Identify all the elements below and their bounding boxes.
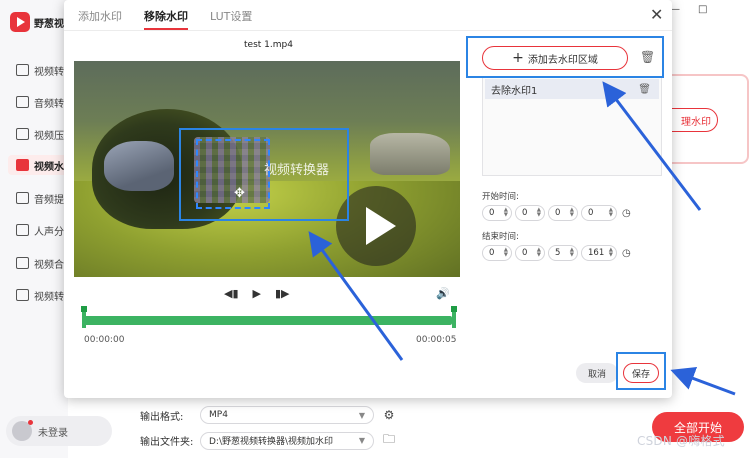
start-time-second-stepper[interactable]: 0 ▲ ▼ [548, 205, 578, 221]
output-folder-select[interactable]: D:\野葱视频转换器\视频加水印 ▼ [200, 431, 374, 450]
login-label: 未登录 [38, 427, 68, 439]
remove-area-list: 去除水印1 🗑 [482, 76, 662, 176]
video-file-title: test 1.mp4 [244, 40, 293, 50]
chevron-down-icon: ▼ [358, 436, 365, 445]
playback-controls: ◀▮ ▶ ▮▶ [224, 287, 290, 300]
next-frame-icon[interactable]: ▮▶ [275, 287, 290, 300]
list-item-label: 去除水印1 [491, 85, 538, 97]
tabs-divider [64, 30, 672, 31]
output-format-label: 输出格式: [140, 411, 184, 423]
stepper-arrows-icon[interactable]: ▲ ▼ [570, 247, 574, 258]
stepper-arrows-icon[interactable]: ▲ ▼ [537, 207, 541, 218]
sidebar-item-video-other[interactable]: 视频转 [16, 285, 64, 305]
annotation-frame-add-area [466, 36, 664, 78]
maximize-icon[interactable]: □ [698, 4, 707, 15]
end-time-second-stepper[interactable]: 5 ▲ ▼ [548, 245, 578, 261]
sidebar-item-video-watermark[interactable]: 视频水 [8, 155, 68, 175]
sidebar-item-audio-convert[interactable]: 音频转 [16, 92, 64, 112]
folder-icon[interactable]: 🗀 [382, 430, 396, 451]
sidebar-item-video-compress[interactable]: 视频压 [16, 124, 64, 144]
timeline-start-time: 00:00:00 [84, 335, 125, 345]
sidebar-item-vocal-separate[interactable]: 人声分 [16, 220, 64, 240]
video-icon [16, 64, 29, 76]
app-logo-text: 野葱视 [34, 18, 64, 30]
output-format-row: 输出格式: MP4 ▼ ⚙ [140, 406, 396, 424]
vocal-icon [16, 224, 29, 236]
output-folder-row: 输出文件夹: D:\野葱视频转换器\视频加水印 ▼ 🗀 [140, 430, 396, 451]
app-logo-icon [10, 12, 30, 32]
sidebar-item-video-merge[interactable]: 视频合 [16, 253, 64, 273]
annotation-arrow-save [670, 367, 736, 396]
tab-lut-settings[interactable]: LUT设置 [210, 8, 252, 30]
start-time-hour-stepper[interactable]: 0 ▲ ▼ [482, 205, 512, 221]
stepper-arrows-icon[interactable]: ▲ ▼ [537, 247, 541, 258]
stepper-arrows-icon[interactable]: ▲ ▼ [504, 247, 508, 258]
merge-icon [16, 257, 29, 269]
video-scene-rock [370, 133, 450, 175]
output-folder-label: 输出文件夹: [140, 437, 194, 448]
start-time-minute-stepper[interactable]: 0 ▲ ▼ [515, 205, 545, 221]
login-button[interactable]: 未登录 [6, 416, 112, 446]
stepper-arrows-icon[interactable]: ▲ ▼ [609, 207, 613, 218]
tab-add-watermark[interactable]: 添加水印 [78, 8, 122, 30]
csdn-watermark: CSDN @嗨格式 [637, 434, 725, 448]
extract-icon [16, 192, 29, 204]
annotation-frame-save [616, 352, 666, 390]
cancel-button[interactable]: 取消 [576, 363, 618, 383]
end-time-row: 0 ▲ ▼ 0 ▲ ▼ 5 ▲ ▼ 161 ▲ ▼ ◷ [482, 245, 631, 261]
previous-frame-icon[interactable]: ◀▮ [224, 287, 239, 300]
settings-icon[interactable]: ⚙ [382, 408, 396, 422]
tab-remove-watermark[interactable]: 移除水印 [144, 8, 188, 30]
list-item[interactable]: 去除水印1 🗑 [485, 79, 659, 99]
start-time-row: 0 ▲ ▼ 0 ▲ ▼ 0 ▲ ▼ 0 ▲ ▼ ◷ [482, 205, 631, 221]
play-icon[interactable]: ▶ [253, 287, 261, 300]
clock-icon[interactable]: ◷ [622, 208, 631, 219]
output-format-select[interactable]: MP4 ▼ [200, 406, 374, 424]
timeline-start-handle[interactable] [81, 306, 87, 328]
end-time-hour-stepper[interactable]: 0 ▲ ▼ [482, 245, 512, 261]
compress-icon [16, 128, 29, 140]
film-icon [16, 289, 29, 301]
annotation-frame-watermark [179, 128, 349, 221]
chevron-down-icon: ▼ [358, 410, 365, 420]
volume-icon[interactable]: 🔊 [436, 287, 450, 300]
dialog-tabs: 添加水印 移除水印 LUT设置 [78, 8, 252, 30]
timeline-end-time: 00:00:05 [416, 335, 457, 345]
window-controls: — □ [670, 4, 707, 15]
timeline-track[interactable] [84, 316, 452, 325]
watermark-icon [16, 159, 29, 171]
trash-icon[interactable]: 🗑 [638, 84, 651, 95]
avatar [12, 420, 33, 441]
sidebar-item-video-convert[interactable]: 视频转 [16, 60, 64, 80]
output-settings: 输出格式: MP4 ▼ ⚙ 输出文件夹: D:\野葱视频转换器\视频加水印 ▼ 🗀 [130, 404, 650, 454]
stepper-arrows-icon[interactable]: ▲ ▼ [570, 207, 574, 218]
start-time-ms-stepper[interactable]: 0 ▲ ▼ [581, 205, 617, 221]
audio-icon [16, 96, 29, 108]
sidebar-item-audio-extract[interactable]: 音频提 [16, 188, 64, 208]
end-time-minute-stepper[interactable]: 0 ▲ ▼ [515, 245, 545, 261]
end-time-label: 结束时间: [482, 232, 519, 242]
stepper-arrows-icon[interactable]: ▲ ▼ [609, 247, 613, 258]
timeline-end-handle[interactable] [451, 306, 457, 328]
app-logo: 野葱视 [10, 12, 64, 32]
stepper-arrows-icon[interactable]: ▲ ▼ [504, 207, 508, 218]
start-time-label: 开始时间: [482, 192, 519, 202]
app-sidebar: 野葱视 视频转 音频转 视频压 视频水 音频提 人声分 视频合 视频转 [0, 0, 68, 458]
video-scene-rabbit [104, 141, 174, 191]
close-icon[interactable]: ✕ [650, 5, 663, 24]
clock-icon[interactable]: ◷ [622, 248, 631, 259]
end-time-ms-stepper[interactable]: 161 ▲ ▼ [581, 245, 617, 261]
